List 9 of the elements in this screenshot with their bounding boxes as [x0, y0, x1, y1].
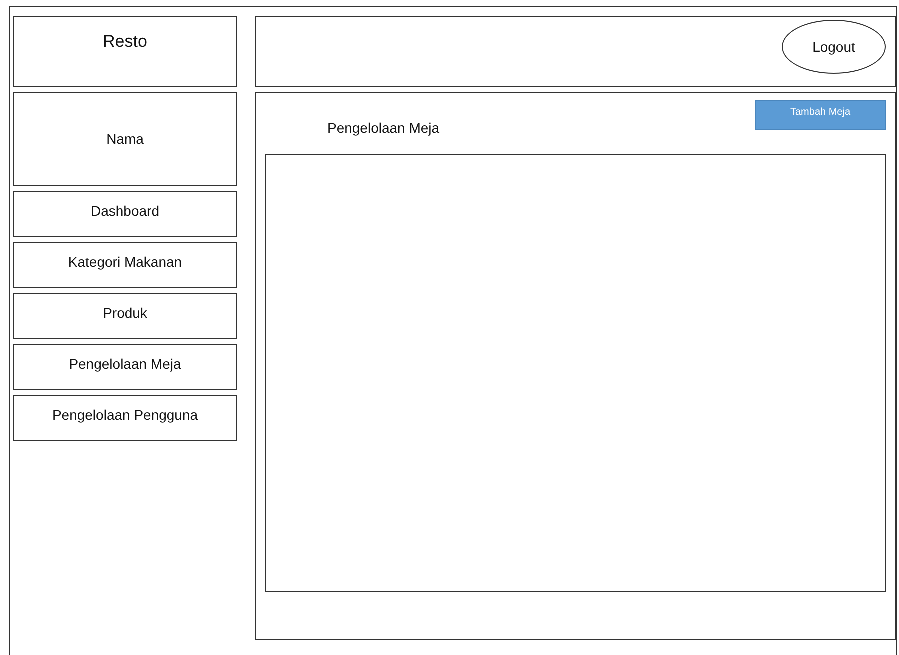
nav-item[interactable]: Dashboard: [13, 191, 238, 237]
nav-item[interactable]: Produk: [13, 293, 238, 339]
logout-button[interactable]: Logout: [782, 20, 886, 74]
nav-item[interactable]: Pengelolaan Pengguna: [13, 395, 238, 441]
nav-item[interactable]: Kategori Makanan: [13, 242, 238, 288]
nav-item[interactable]: Pengelolaan Meja: [13, 344, 238, 390]
user-name: Nama: [106, 130, 144, 148]
brand-title: Resto: [103, 33, 148, 50]
page-title: Pengelolaan Meja: [327, 119, 440, 138]
